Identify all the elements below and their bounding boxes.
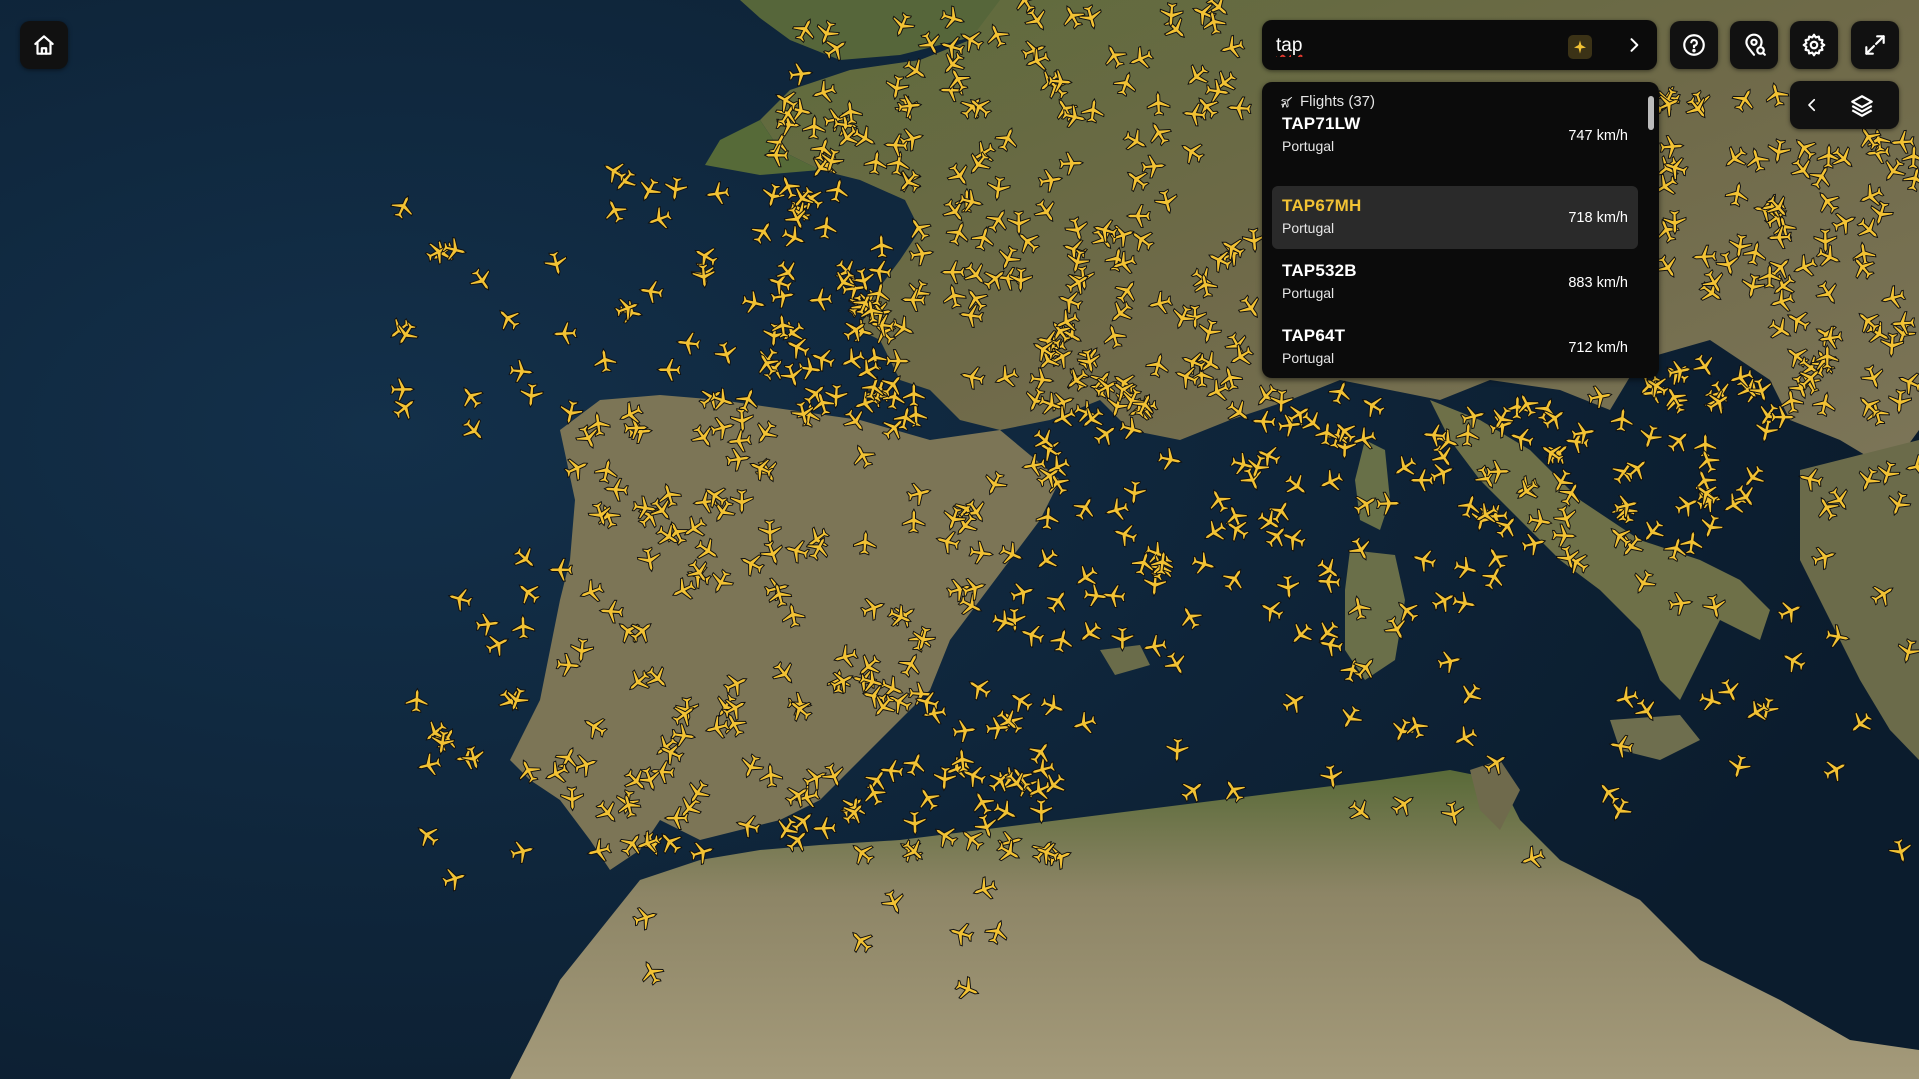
flight-filter-toggle[interactable] [1568, 35, 1592, 59]
chevron-left-icon [1808, 98, 1816, 112]
flight-speed: 712 km/h [1568, 340, 1628, 356]
flight-speed: 883 km/h [1568, 275, 1628, 291]
flight-country: Portugal [1282, 220, 1335, 236]
results-scrollbar-thumb[interactable] [1648, 96, 1654, 130]
flight-callsign: TAP64T [1282, 326, 1346, 345]
help-button[interactable] [1670, 21, 1718, 69]
location-button[interactable] [1730, 21, 1778, 69]
flight-country: Portugal [1282, 350, 1335, 366]
settings-button[interactable] [1790, 21, 1838, 69]
layers-button[interactable] [1846, 90, 1878, 122]
flight-result-item-selected[interactable]: TAP67MH Portugal 718 km/h [1272, 186, 1638, 249]
flight-callsign: TAP67MH [1282, 196, 1362, 215]
help-circle-icon [1683, 34, 1705, 56]
search-bar [1262, 20, 1657, 70]
flight-country: Portugal [1282, 285, 1335, 301]
fullscreen-button[interactable] [1851, 21, 1899, 69]
collapse-button[interactable] [1800, 93, 1824, 117]
plane-filter-icon [1574, 40, 1586, 54]
results-scrollbar[interactable] [1645, 84, 1657, 376]
flight-result-item[interactable]: TAP71LW Portugal 747 km/h [1272, 104, 1638, 167]
search-input[interactable] [1274, 32, 1578, 60]
flight-speed: 718 km/h [1568, 210, 1628, 226]
flight-country: Portugal [1282, 138, 1335, 154]
flight-result-item[interactable]: TAP532B Portugal 883 km/h [1272, 251, 1638, 314]
home-icon [34, 35, 54, 55]
expand-icon [1865, 35, 1885, 55]
home-button[interactable] [20, 21, 68, 69]
layers-panel [1790, 81, 1899, 129]
flight-callsign: TAP532B [1282, 261, 1357, 280]
chevron-right-icon [1630, 38, 1639, 52]
location-pin-icon [1745, 33, 1766, 56]
flight-speed: 747 km/h [1568, 128, 1628, 144]
search-submit-button[interactable] [1620, 31, 1648, 59]
search-results-dropdown: Flights (37) TAP71LW Portugal 747 km/h T… [1262, 82, 1659, 378]
flight-result-item[interactable]: TAP64T Portugal 712 km/h [1272, 316, 1638, 378]
gear-icon [1802, 33, 1826, 57]
layers-icon [1851, 95, 1873, 117]
flight-callsign: TAP71LW [1282, 114, 1361, 133]
